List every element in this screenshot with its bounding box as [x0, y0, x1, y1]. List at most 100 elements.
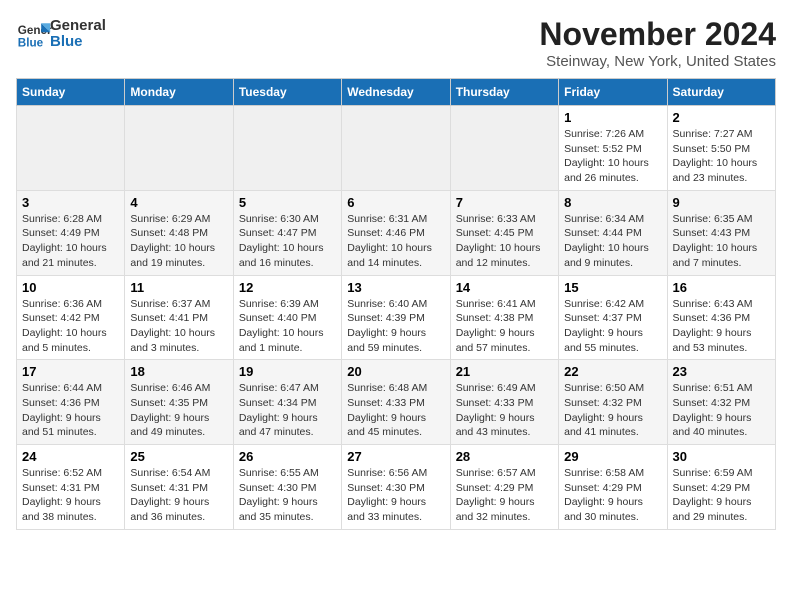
cell-info: Sunrise: 6:34 AM Sunset: 4:44 PM Dayligh… [564, 212, 661, 271]
calendar-cell: 22Sunrise: 6:50 AM Sunset: 4:32 PM Dayli… [559, 360, 667, 445]
date-number: 5 [239, 195, 336, 210]
calendar-cell [17, 106, 125, 191]
date-number: 24 [22, 449, 119, 464]
weekday-header-monday: Monday [125, 79, 233, 106]
date-number: 11 [130, 280, 227, 295]
date-number: 18 [130, 364, 227, 379]
weekday-header-saturday: Saturday [667, 79, 775, 106]
logo-blue: Blue [50, 34, 106, 51]
calendar-cell: 10Sunrise: 6:36 AM Sunset: 4:42 PM Dayli… [17, 275, 125, 360]
cell-info: Sunrise: 7:27 AM Sunset: 5:50 PM Dayligh… [673, 127, 770, 186]
date-number: 25 [130, 449, 227, 464]
header: General Blue General Blue November 2024 … [16, 16, 776, 70]
calendar-cell: 25 Sunrise: 6:54 AM Sunset: 4:31 PM Dayli… [125, 445, 233, 530]
calendar-cell: 26 Sunrise: 6:55 AM Sunset: 4:30 PM Dayli… [233, 445, 341, 530]
title-block: November 2024 Steinway, New York, United… [539, 16, 776, 70]
cell-info: Sunrise: 6:30 AM Sunset: 4:47 PM Dayligh… [239, 212, 336, 271]
calendar-cell: 24 Sunrise: 6:52 AM Sunset: 4:31 PM Dayli… [17, 445, 125, 530]
calendar-cell: 2 Sunrise: 7:27 AM Sunset: 5:50 PM Daylig… [667, 106, 775, 191]
date-number: 19 [239, 364, 336, 379]
date-number: 20 [347, 364, 444, 379]
cell-info: Sunrise: 6:44 AM Sunset: 4:36 PM Dayligh… [22, 381, 119, 440]
cell-info: Sunrise: 6:51 AM Sunset: 4:32 PM Dayligh… [673, 381, 770, 440]
cell-info: Sunrise: 6:36 AM Sunset: 4:42 PM Dayligh… [22, 297, 119, 356]
date-number: 16 [673, 280, 770, 295]
calendar-cell: 18 Sunrise: 6:46 AM Sunset: 4:35 PM Dayli… [125, 360, 233, 445]
cell-info: Sunrise: 6:58 AM Sunset: 4:29 PM Dayligh… [564, 466, 661, 525]
calendar-cell [342, 106, 450, 191]
cell-info: Sunrise: 6:39 AM Sunset: 4:40 PM Dayligh… [239, 297, 336, 356]
date-number: 29 [564, 449, 661, 464]
cell-info: Sunrise: 6:29 AM Sunset: 4:48 PM Dayligh… [130, 212, 227, 271]
calendar-cell: 15Sunrise: 6:42 AM Sunset: 4:37 PM Dayli… [559, 275, 667, 360]
calendar-cell: 19Sunrise: 6:47 AM Sunset: 4:34 PM Dayli… [233, 360, 341, 445]
weekday-header-friday: Friday [559, 79, 667, 106]
date-number: 2 [673, 110, 770, 125]
cell-info: Sunrise: 6:49 AM Sunset: 4:33 PM Dayligh… [456, 381, 553, 440]
weekday-header-sunday: Sunday [17, 79, 125, 106]
svg-text:Blue: Blue [18, 37, 44, 50]
date-number: 22 [564, 364, 661, 379]
date-number: 14 [456, 280, 553, 295]
calendar-subtitle: Steinway, New York, United States [539, 53, 776, 70]
calendar-cell: 21Sunrise: 6:49 AM Sunset: 4:33 PM Dayli… [450, 360, 558, 445]
cell-info: Sunrise: 6:40 AM Sunset: 4:39 PM Dayligh… [347, 297, 444, 356]
calendar-cell: 4 Sunrise: 6:29 AM Sunset: 4:48 PM Daylig… [125, 190, 233, 275]
cell-info: Sunrise: 6:56 AM Sunset: 4:30 PM Dayligh… [347, 466, 444, 525]
cell-info: Sunrise: 6:43 AM Sunset: 4:36 PM Dayligh… [673, 297, 770, 356]
date-number: 8 [564, 195, 661, 210]
cell-info: Sunrise: 6:37 AM Sunset: 4:41 PM Dayligh… [130, 297, 227, 356]
weekday-header-tuesday: Tuesday [233, 79, 341, 106]
date-number: 12 [239, 280, 336, 295]
cell-info: Sunrise: 6:46 AM Sunset: 4:35 PM Dayligh… [130, 381, 227, 440]
date-number: 1 [564, 110, 661, 125]
cell-info: Sunrise: 7:26 AM Sunset: 5:52 PM Dayligh… [564, 127, 661, 186]
calendar-cell: 1 Sunrise: 7:26 AM Sunset: 5:52 PM Daylig… [559, 106, 667, 191]
cell-info: Sunrise: 6:55 AM Sunset: 4:30 PM Dayligh… [239, 466, 336, 525]
date-number: 6 [347, 195, 444, 210]
calendar-cell: 20 Sunrise: 6:48 AM Sunset: 4:33 PM Dayli… [342, 360, 450, 445]
calendar-cell: 6 Sunrise: 6:31 AM Sunset: 4:46 PM Daylig… [342, 190, 450, 275]
cell-info: Sunrise: 6:59 AM Sunset: 4:29 PM Dayligh… [673, 466, 770, 525]
date-number: 3 [22, 195, 119, 210]
date-number: 28 [456, 449, 553, 464]
calendar-table: SundayMondayTuesdayWednesdayThursdayFrid… [16, 78, 776, 530]
logo-icon: General Blue [16, 16, 52, 52]
calendar-title: November 2024 [539, 16, 776, 53]
calendar-cell [233, 106, 341, 191]
calendar-cell: 5 Sunrise: 6:30 AM Sunset: 4:47 PM Daylig… [233, 190, 341, 275]
date-number: 9 [673, 195, 770, 210]
cell-info: Sunrise: 6:31 AM Sunset: 4:46 PM Dayligh… [347, 212, 444, 271]
calendar-cell: 29 Sunrise: 6:58 AM Sunset: 4:29 PM Dayli… [559, 445, 667, 530]
date-number: 23 [673, 364, 770, 379]
calendar-cell: 14 Sunrise: 6:41 AM Sunset: 4:38 PM Dayli… [450, 275, 558, 360]
calendar-cell: 16 Sunrise: 6:43 AM Sunset: 4:36 PM Dayli… [667, 275, 775, 360]
date-number: 26 [239, 449, 336, 464]
date-number: 17 [22, 364, 119, 379]
date-number: 30 [673, 449, 770, 464]
cell-info: Sunrise: 6:54 AM Sunset: 4:31 PM Dayligh… [130, 466, 227, 525]
cell-info: Sunrise: 6:28 AM Sunset: 4:49 PM Dayligh… [22, 212, 119, 271]
logo-general: General [50, 18, 106, 35]
date-number: 13 [347, 280, 444, 295]
cell-info: Sunrise: 6:57 AM Sunset: 4:29 PM Dayligh… [456, 466, 553, 525]
cell-info: Sunrise: 6:33 AM Sunset: 4:45 PM Dayligh… [456, 212, 553, 271]
calendar-cell: 23 Sunrise: 6:51 AM Sunset: 4:32 PM Dayli… [667, 360, 775, 445]
cell-info: Sunrise: 6:52 AM Sunset: 4:31 PM Dayligh… [22, 466, 119, 525]
calendar-cell: 8 Sunrise: 6:34 AM Sunset: 4:44 PM Daylig… [559, 190, 667, 275]
calendar-cell: 17 Sunrise: 6:44 AM Sunset: 4:36 PM Dayli… [17, 360, 125, 445]
cell-info: Sunrise: 6:48 AM Sunset: 4:33 PM Dayligh… [347, 381, 444, 440]
date-number: 4 [130, 195, 227, 210]
cell-info: Sunrise: 6:41 AM Sunset: 4:38 PM Dayligh… [456, 297, 553, 356]
weekday-header-wednesday: Wednesday [342, 79, 450, 106]
logo: General Blue General Blue [16, 16, 106, 52]
calendar-cell: 28 Sunrise: 6:57 AM Sunset: 4:29 PM Dayli… [450, 445, 558, 530]
calendar-cell [450, 106, 558, 191]
calendar-cell: 3 Sunrise: 6:28 AM Sunset: 4:49 PM Daylig… [17, 190, 125, 275]
calendar-cell: 27 Sunrise: 6:56 AM Sunset: 4:30 PM Dayli… [342, 445, 450, 530]
cell-info: Sunrise: 6:35 AM Sunset: 4:43 PM Dayligh… [673, 212, 770, 271]
calendar-cell: 11 Sunrise: 6:37 AM Sunset: 4:41 PM Dayli… [125, 275, 233, 360]
date-number: 27 [347, 449, 444, 464]
calendar-cell: 30 Sunrise: 6:59 AM Sunset: 4:29 PM Dayli… [667, 445, 775, 530]
date-number: 15 [564, 280, 661, 295]
